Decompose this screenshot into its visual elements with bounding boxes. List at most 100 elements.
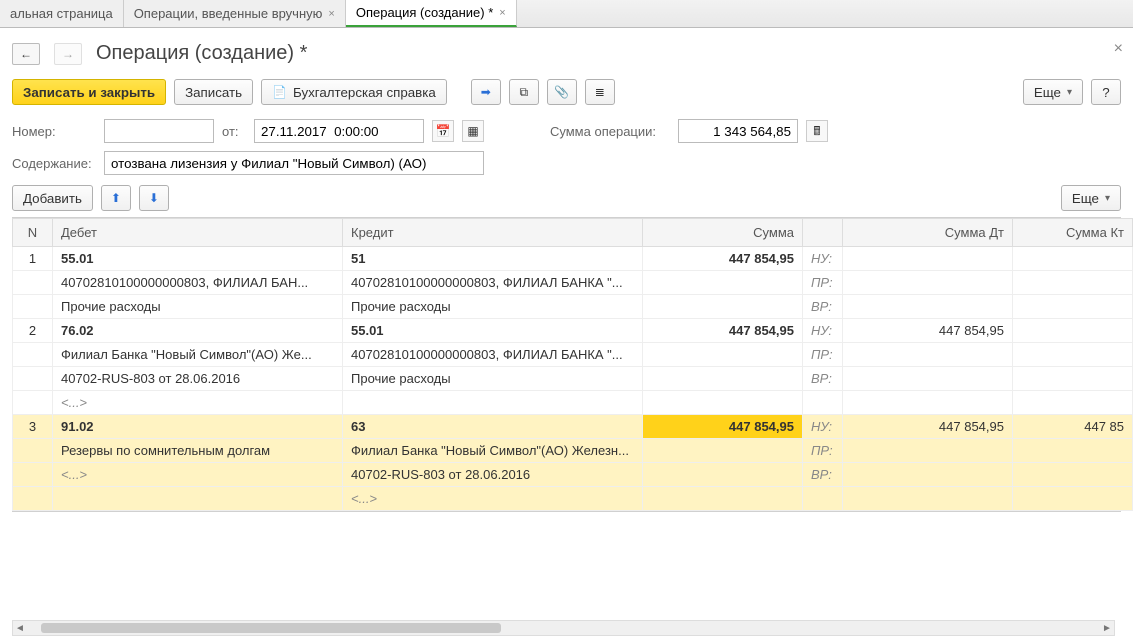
cell-sum-dt[interactable]: 447 854,95	[843, 415, 1013, 439]
date-input[interactable]	[254, 119, 424, 143]
scroll-left-icon[interactable]: ◄	[13, 623, 27, 634]
scroll-thumb[interactable]	[41, 623, 501, 633]
sum-input[interactable]	[678, 119, 798, 143]
cell-credit[interactable]: 51	[343, 247, 643, 271]
cell-debit[interactable]: 91.02	[53, 415, 343, 439]
table-row[interactable]: 40702-RUS-803 от 28.06.2016Прочие расход…	[13, 367, 1133, 391]
col-sum-kt[interactable]: Сумма Кт	[1013, 219, 1133, 247]
cell-debit[interactable]: Прочие расходы	[53, 295, 343, 319]
cell-sum[interactable]	[643, 439, 803, 463]
cell-sum-kt[interactable]	[1013, 271, 1133, 295]
date-extra-button[interactable]: ▦	[462, 120, 484, 142]
cell-debit[interactable]: Филиал Банка "Новый Символ"(АО) Же...	[53, 343, 343, 367]
table-row[interactable]: 391.0263447 854,95НУ:447 854,95447 85	[13, 415, 1133, 439]
cell-sum[interactable]	[643, 487, 803, 511]
fill-button[interactable]: ➡	[471, 79, 501, 105]
forward-button[interactable]: →	[54, 43, 82, 65]
table-row[interactable]: <...>40702-RUS-803 от 28.06.2016ВР:	[13, 463, 1133, 487]
cell-sum-kt[interactable]	[1013, 343, 1133, 367]
number-input[interactable]	[104, 119, 214, 143]
move-down-button[interactable]: ⬇	[139, 185, 169, 211]
cell-sum-dt[interactable]	[843, 487, 1013, 511]
cell-sum[interactable]	[643, 391, 803, 415]
cell-sum[interactable]	[643, 343, 803, 367]
col-sum-dt[interactable]: Сумма Дт	[843, 219, 1013, 247]
move-up-button[interactable]: ⬆	[101, 185, 131, 211]
cell-sum-dt[interactable]	[843, 247, 1013, 271]
cell-sum-kt[interactable]	[1013, 487, 1133, 511]
cell-sum-kt[interactable]	[1013, 391, 1133, 415]
cell-credit[interactable]: 40702810100000000803, ФИЛИАЛ БАНКА "...	[343, 271, 643, 295]
table-row[interactable]: Прочие расходыПрочие расходыВР:	[13, 295, 1133, 319]
cell-sum-dt[interactable]	[843, 343, 1013, 367]
accounting-reference-button[interactable]: 📄 Бухгалтерская справка	[261, 79, 447, 105]
cell-credit[interactable]: Прочие расходы	[343, 295, 643, 319]
add-row-button[interactable]: Добавить	[12, 185, 93, 211]
cell-sum[interactable]	[643, 463, 803, 487]
cell-sum-dt[interactable]: 447 854,95	[843, 319, 1013, 343]
scroll-right-icon[interactable]: ►	[1100, 623, 1114, 634]
table-row[interactable]: 276.0255.01447 854,95НУ:447 854,95	[13, 319, 1133, 343]
table-row[interactable]: Резервы по сомнительным долгамФилиал Бан…	[13, 439, 1133, 463]
cell-sum[interactable]	[643, 367, 803, 391]
cell-sum-kt[interactable]	[1013, 367, 1133, 391]
calendar-button[interactable]: 📅	[432, 120, 454, 142]
cell-credit[interactable]	[343, 391, 643, 415]
cell-sum[interactable]	[643, 295, 803, 319]
cell-debit[interactable]: Резервы по сомнительным долгам	[53, 439, 343, 463]
cell-credit[interactable]: Прочие расходы	[343, 367, 643, 391]
cell-sum-kt[interactable]: 447 85	[1013, 415, 1133, 439]
calc-button[interactable]: 🖩	[806, 120, 828, 142]
cell-sum-dt[interactable]	[843, 367, 1013, 391]
cell-credit[interactable]: Филиал Банка "Новый Символ"(АО) Железн..…	[343, 439, 643, 463]
cell-debit[interactable]: 40702-RUS-803 от 28.06.2016	[53, 367, 343, 391]
table-row[interactable]: <...>	[13, 487, 1133, 511]
cell-sum-dt[interactable]	[843, 439, 1013, 463]
cell-debit[interactable]: 55.01	[53, 247, 343, 271]
col-n[interactable]: N	[13, 219, 53, 247]
cell-sum-dt[interactable]	[843, 391, 1013, 415]
help-button[interactable]: ?	[1091, 79, 1121, 105]
tab-manual-operations[interactable]: Операции, введенные вручную ×	[124, 0, 346, 27]
cell-debit[interactable]: 76.02	[53, 319, 343, 343]
cell-sum-kt[interactable]	[1013, 247, 1133, 271]
cell-credit[interactable]: 40702810100000000803, ФИЛИАЛ БАНКА "...	[343, 343, 643, 367]
cell-sum-dt[interactable]	[843, 271, 1013, 295]
tab-operation-create[interactable]: Операция (создание) * ×	[346, 0, 517, 27]
structure-button[interactable]: ⧉	[509, 79, 539, 105]
cell-sum[interactable]: 447 854,95	[643, 415, 803, 439]
close-panel-button[interactable]: ×	[1114, 40, 1123, 58]
attach-button[interactable]: 📎	[547, 79, 577, 105]
save-button[interactable]: Записать	[174, 79, 253, 105]
cell-sum-kt[interactable]	[1013, 463, 1133, 487]
back-button[interactable]: ←	[12, 43, 40, 65]
close-icon[interactable]: ×	[499, 7, 505, 19]
tab-home[interactable]: альная страница	[0, 0, 124, 27]
cell-sum[interactable]	[643, 271, 803, 295]
col-debit[interactable]: Дебет	[53, 219, 343, 247]
cell-sum[interactable]: 447 854,95	[643, 247, 803, 271]
table-row[interactable]: Филиал Банка "Новый Символ"(АО) Же...407…	[13, 343, 1133, 367]
table-more-button[interactable]: Еще	[1061, 185, 1121, 211]
table-row[interactable]: <...>	[13, 391, 1133, 415]
list-button[interactable]: ≣	[585, 79, 615, 105]
cell-sum-dt[interactable]	[843, 295, 1013, 319]
cell-credit[interactable]: 55.01	[343, 319, 643, 343]
horizontal-scrollbar[interactable]: ◄ ►	[12, 620, 1115, 636]
col-credit[interactable]: Кредит	[343, 219, 643, 247]
col-sum[interactable]: Сумма	[643, 219, 803, 247]
table-row[interactable]: 155.0151447 854,95НУ:	[13, 247, 1133, 271]
content-input[interactable]	[104, 151, 484, 175]
more-button[interactable]: Еще	[1023, 79, 1083, 105]
cell-debit[interactable]: <...>	[53, 463, 343, 487]
cell-credit[interactable]: <...>	[343, 487, 643, 511]
cell-sum-kt[interactable]	[1013, 295, 1133, 319]
cell-debit[interactable]: 40702810100000000803, ФИЛИАЛ БАН...	[53, 271, 343, 295]
save-and-close-button[interactable]: Записать и закрыть	[12, 79, 166, 105]
cell-sum[interactable]: 447 854,95	[643, 319, 803, 343]
table-row[interactable]: 40702810100000000803, ФИЛИАЛ БАН...40702…	[13, 271, 1133, 295]
cell-sum-dt[interactable]	[843, 463, 1013, 487]
cell-debit[interactable]: <...>	[53, 391, 343, 415]
cell-credit[interactable]: 63	[343, 415, 643, 439]
close-icon[interactable]: ×	[328, 8, 334, 20]
